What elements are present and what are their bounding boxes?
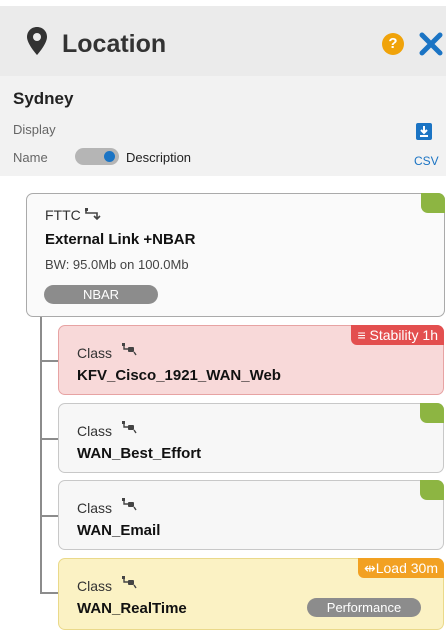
link-type: FTTC	[45, 207, 81, 223]
status-indicator	[420, 480, 444, 500]
class-card[interactable]: Class WAN_Best_Effort	[58, 403, 444, 473]
load-icon: ⇹	[363, 560, 376, 576]
class-icon	[122, 421, 138, 435]
tree-connector-branch	[40, 360, 58, 362]
toggle-label-name: Name	[13, 150, 48, 165]
class-name: WAN_RealTime	[77, 600, 187, 617]
class-name: WAN_Best_Effort	[77, 445, 202, 462]
tree-connector-branch	[40, 515, 58, 517]
nbar-tag: NBAR	[44, 285, 158, 304]
help-icon[interactable]: ?	[382, 33, 404, 55]
class-name: KFV_Cisco_1921_WAN_Web	[77, 367, 281, 384]
load-alert-badge: ⇹Load 30m	[357, 558, 444, 578]
class-label: Class	[77, 500, 113, 516]
tree-connector-vertical	[40, 317, 42, 593]
download-icon[interactable]	[416, 123, 432, 140]
class-label: Class	[77, 345, 113, 361]
class-icon	[122, 576, 138, 590]
tree-connector-branch	[40, 438, 58, 440]
link-card[interactable]: FTTC External Link +NBAR BW: 95.0Mb on 1…	[26, 193, 445, 317]
toggle-label-description: Description	[126, 150, 192, 165]
location-name: Sydney	[13, 89, 74, 108]
bandwidth-text: BW: 95.0Mb on 100.0Mb	[45, 257, 189, 272]
panel-header: Location ?	[0, 6, 446, 76]
class-name: WAN_Email	[77, 522, 161, 539]
stability-alert-badge: ≡ Stability 1h	[351, 325, 444, 345]
link-name: External Link +NBAR	[45, 231, 196, 248]
stability-icon: ≡	[357, 327, 370, 343]
class-card[interactable]: ≡ Stability 1h Class KFV_Cisco_1921_WAN_…	[58, 325, 444, 395]
display-label: Display	[13, 122, 56, 137]
location-details: Sydney Display Name Description CSV	[0, 76, 446, 176]
csv-export-link[interactable]: CSV	[414, 154, 439, 168]
panel-title: Location	[62, 30, 167, 58]
performance-tag: Performance	[307, 598, 421, 617]
class-label: Class	[77, 578, 113, 594]
map-pin-icon	[26, 26, 48, 56]
toggle-knob	[104, 151, 115, 162]
status-indicator	[421, 193, 445, 213]
class-card[interactable]: ⇹Load 30m Class WAN_RealTime Performance	[58, 558, 444, 630]
class-icon	[122, 498, 138, 512]
class-icon	[122, 343, 138, 357]
class-card[interactable]: Class WAN_Email	[58, 480, 444, 550]
display-toggle[interactable]	[75, 148, 119, 165]
class-label: Class	[77, 423, 113, 439]
link-icon	[85, 208, 101, 220]
tree-connector-branch	[40, 592, 58, 594]
close-icon[interactable]	[418, 31, 444, 57]
status-indicator	[420, 403, 444, 423]
